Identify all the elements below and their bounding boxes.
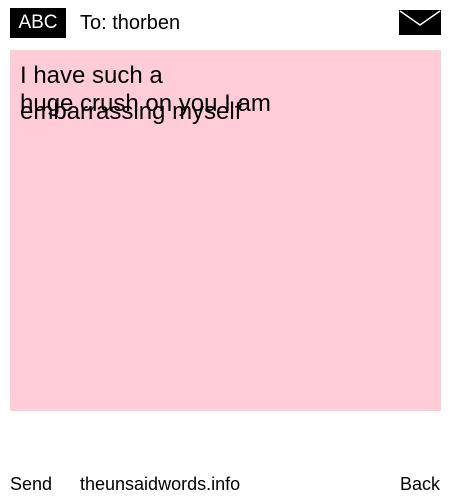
back-button[interactable]: Back bbox=[400, 472, 440, 496]
envelope-icon bbox=[399, 10, 441, 35]
send-button[interactable]: Send bbox=[10, 472, 52, 496]
recipient-field[interactable]: To: thorben bbox=[80, 10, 180, 36]
site-link[interactable]: theunsaidwords.info bbox=[80, 472, 240, 496]
recipient-name: thorben bbox=[112, 12, 181, 34]
message-line: embarrassing myself bbox=[20, 98, 242, 125]
message-body[interactable]: I have such a huge crush on you I am emb… bbox=[10, 50, 441, 411]
to-label: To: bbox=[80, 12, 107, 34]
message-line: I have such a bbox=[20, 62, 163, 89]
input-mode-badge[interactable]: ABC bbox=[10, 8, 66, 38]
